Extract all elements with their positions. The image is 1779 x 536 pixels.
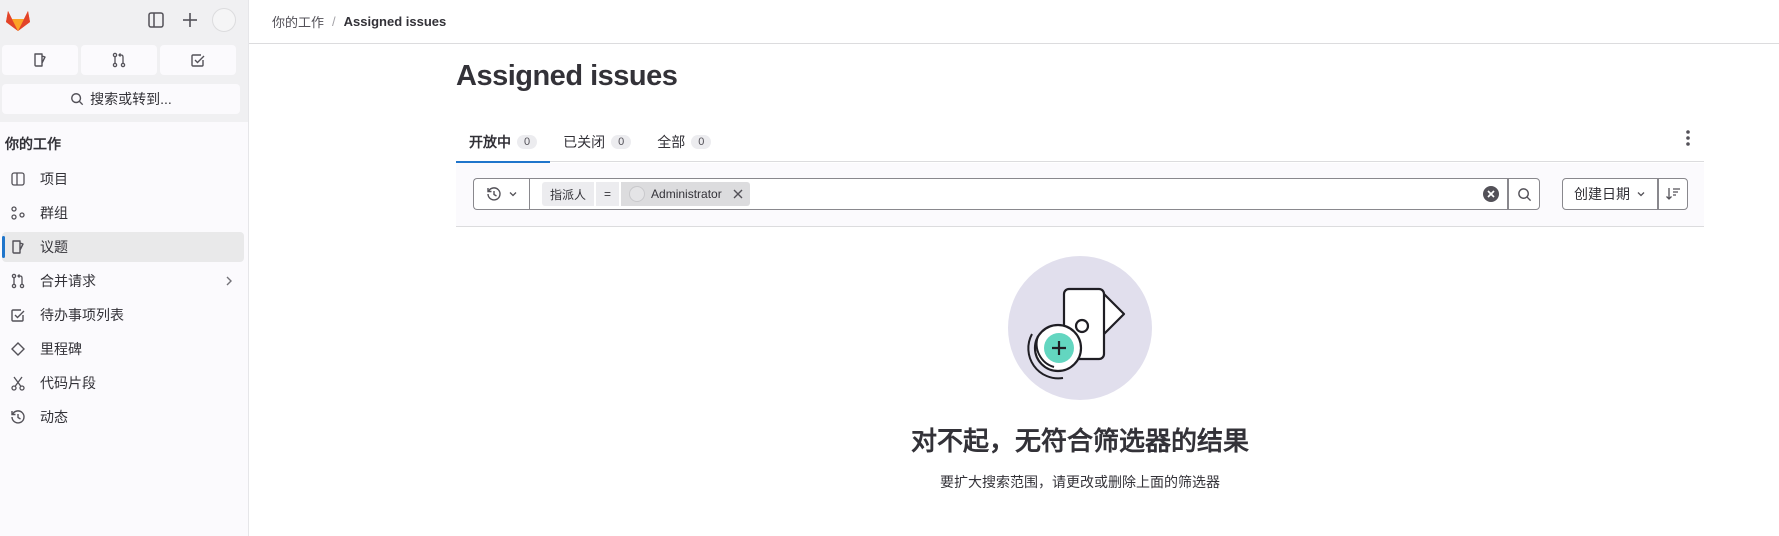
tab-label: 已关闭 [563, 134, 606, 150]
sidebar-item-label: 动态 [40, 409, 68, 425]
count-badge: 0 [611, 135, 632, 149]
breadcrumb-separator: / [332, 14, 336, 29]
user-avatar[interactable] [212, 8, 236, 32]
search-label: 搜索或转到... [90, 91, 172, 107]
issues-icon [34, 53, 46, 67]
sidebar-item-label: 议题 [40, 239, 68, 255]
snippet-icon [10, 375, 26, 391]
sidebar-item-groups[interactable]: 群组 [2, 198, 244, 228]
assignee-avatar [629, 186, 646, 202]
sidebar-item-merge-requests[interactable]: 合并请求 [2, 266, 244, 296]
chevron-down-icon [509, 192, 516, 197]
remove-token-button[interactable] [732, 188, 744, 200]
gitlab-logo-icon[interactable] [5, 8, 31, 32]
quick-actions [2, 45, 236, 75]
sort-lowest-icon [1666, 188, 1680, 200]
search-icon [1517, 187, 1531, 201]
tab-open[interactable]: 开放中 0 [456, 122, 551, 163]
todo-icon [10, 307, 26, 323]
sidebar-header: 搜索或转到... [0, 0, 248, 122]
token-value: Administrator [621, 182, 750, 206]
project-icon [10, 171, 26, 187]
breadcrumb: 你的工作 / Assigned issues [272, 12, 446, 31]
sidebar-item-label: 代码片段 [40, 375, 96, 391]
filter-bar: 指派人 = Administrator 创建日期 [456, 163, 1704, 227]
clear-search-icon[interactable] [1483, 186, 1499, 202]
sidebar-item-label: 群组 [40, 205, 68, 221]
plus-icon[interactable] [180, 10, 200, 30]
issue-state-tabs: 开放中 0 已关闭 0 全部 0 [456, 122, 1704, 163]
token-value-text: Administrator [651, 187, 722, 201]
sidebar-item-activity[interactable]: 动态 [2, 402, 244, 432]
token-key: 指派人 [542, 182, 595, 206]
sidebar-item-issues[interactable]: 议题 [2, 232, 244, 262]
history-icon [486, 187, 501, 201]
tab-closed[interactable]: 已关闭 0 [550, 122, 644, 162]
sidebar-section-title: 你的工作 [5, 136, 61, 152]
search-submit-button[interactable] [1508, 178, 1540, 210]
sidebar-item-label: 待办事项列表 [40, 307, 124, 323]
sidebar-toggle-icon[interactable] [146, 10, 166, 30]
sidebar-item-projects[interactable]: 项目 [2, 164, 244, 194]
filter-token-assignee[interactable]: 指派人 = Administrator [542, 182, 750, 206]
breadcrumb-parent-link[interactable]: 你的工作 [272, 12, 324, 31]
sidebar-nav: 项目 群组 议题 合并请求 待办事项列表 里程碑 代码片段 动态 [0, 164, 249, 436]
sidebar-item-snippets[interactable]: 代码片段 [2, 368, 244, 398]
chevron-down-icon [1637, 192, 1645, 197]
empty-state-title: 对不起，无符合筛选器的结果 [910, 426, 1249, 456]
todo-icon [191, 54, 205, 67]
todos-shortcut-button[interactable] [160, 45, 236, 75]
milestone-icon [10, 341, 26, 357]
chevron-right-icon [226, 276, 232, 286]
tab-label: 开放中 [469, 134, 511, 150]
tab-all[interactable]: 全部 0 [644, 122, 724, 162]
token-operator: = [596, 182, 620, 206]
count-badge: 0 [517, 135, 538, 149]
merge-request-icon [10, 273, 26, 289]
tab-label: 全部 [657, 134, 686, 150]
issues-icon [10, 239, 26, 255]
history-icon [10, 409, 26, 425]
recent-searches-button[interactable] [473, 178, 529, 210]
sidebar: 搜索或转到... 你的工作 项目 群组 议题 合并请求 待办事项列表 里程碑 代… [0, 0, 249, 536]
filtered-search-input[interactable]: 指派人 = Administrator [529, 178, 1508, 210]
close-icon [733, 189, 743, 199]
sidebar-item-milestones[interactable]: 里程碑 [2, 334, 244, 364]
merge-request-icon [112, 52, 126, 68]
sidebar-item-label: 里程碑 [40, 341, 82, 357]
sort-by-dropdown[interactable]: 创建日期 [1562, 178, 1658, 210]
empty-state-description: 要扩大搜索范围，请更改或删除上面的筛选器 [940, 474, 1220, 490]
group-icon [10, 205, 26, 221]
sidebar-item-label: 项目 [40, 171, 68, 187]
more-actions-kebab-icon[interactable] [1682, 128, 1694, 148]
empty-state: 对不起，无符合筛选器的结果 要扩大搜索范围，请更改或删除上面的筛选器 [456, 256, 1704, 492]
merge-requests-shortcut-button[interactable] [81, 45, 157, 75]
top-bar: 你的工作 / Assigned issues [249, 0, 1779, 44]
sort-label: 创建日期 [1574, 186, 1630, 202]
sidebar-item-todos[interactable]: 待办事项列表 [2, 300, 244, 330]
page-title: Assigned issues [456, 60, 678, 92]
breadcrumb-current[interactable]: Assigned issues [344, 14, 447, 29]
sidebar-item-label: 合并请求 [40, 273, 96, 289]
count-badge: 0 [691, 135, 712, 149]
empty-search-illustration-icon [1008, 256, 1152, 400]
sort-direction-button[interactable] [1658, 178, 1688, 210]
search-icon [71, 93, 84, 106]
issues-shortcut-button[interactable] [2, 45, 78, 75]
search-or-goto-button[interactable]: 搜索或转到... [2, 84, 240, 114]
